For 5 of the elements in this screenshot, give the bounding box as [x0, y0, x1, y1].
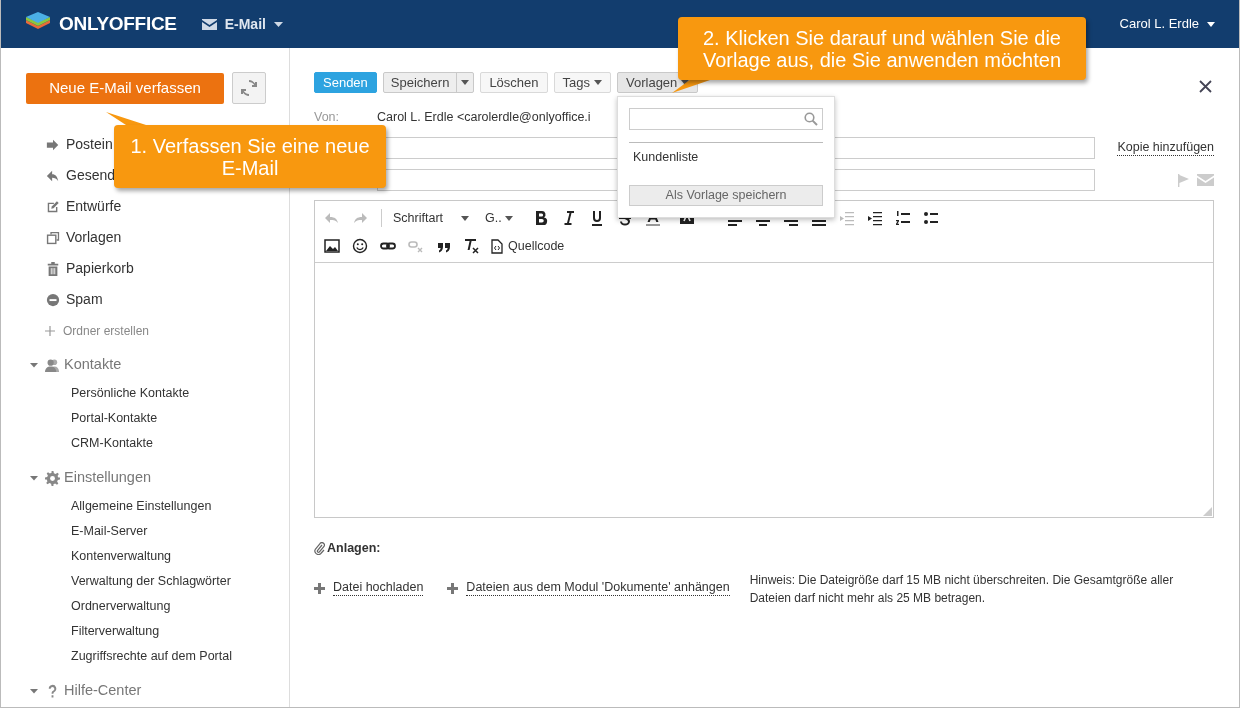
sender-value: Carol L. Erdle <carolerdle@onlyoffice.i — [377, 108, 591, 126]
hint-text: Hinweis: Die Dateigröße darf 15 MB nicht überschreiten. Die Gesamtgröße aller Dateien darf nicht mehr als 25 MB betragen. — [749, 572, 1175, 607]
attachments-label: Anlagen: — [327, 539, 381, 557]
logo-text: ONLYOFFICE — [59, 11, 177, 36]
field-label: Von: — [314, 108, 341, 126]
